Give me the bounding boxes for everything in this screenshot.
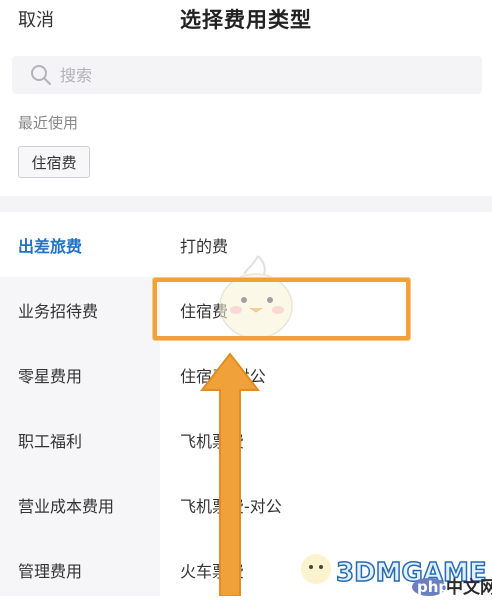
highlight-box xyxy=(153,278,410,340)
watermark-suffix-text: 中文网 xyxy=(446,577,492,596)
search-bar[interactable] xyxy=(12,56,482,94)
up-arrow-icon xyxy=(199,352,261,596)
recent-chip-lodging[interactable]: 住宿费 xyxy=(18,146,90,178)
section-divider xyxy=(0,196,492,212)
category-item-hospitality[interactable]: 业务招待费 xyxy=(0,277,160,342)
category-item-welfare[interactable]: 职工福利 xyxy=(0,407,160,472)
search-icon xyxy=(31,65,51,85)
category-item-operating-cost[interactable]: 营业成本费用 xyxy=(0,472,160,537)
search-input[interactable] xyxy=(58,64,482,86)
category-item-travel[interactable]: 出差旅费 xyxy=(0,212,160,277)
site-watermark: 3DMGAME php 中文网 xyxy=(301,554,492,596)
page-title: 选择费用类型 xyxy=(180,8,312,32)
category-item-misc[interactable]: 零星费用 xyxy=(0,342,160,407)
category-sidebar: 出差旅费 业务招待费 零星费用 职工福利 营业成本费用 管理费用 xyxy=(0,212,160,596)
watermark-badge-text: php xyxy=(417,578,449,596)
recent-used-label: 最近使用 xyxy=(18,114,79,132)
expense-item-taxi[interactable]: 打的费 xyxy=(160,212,492,277)
category-item-management[interactable]: 管理费用 xyxy=(0,537,160,602)
header-area: 取消 选择费用类型 最近使用 住宿费 xyxy=(0,0,492,212)
